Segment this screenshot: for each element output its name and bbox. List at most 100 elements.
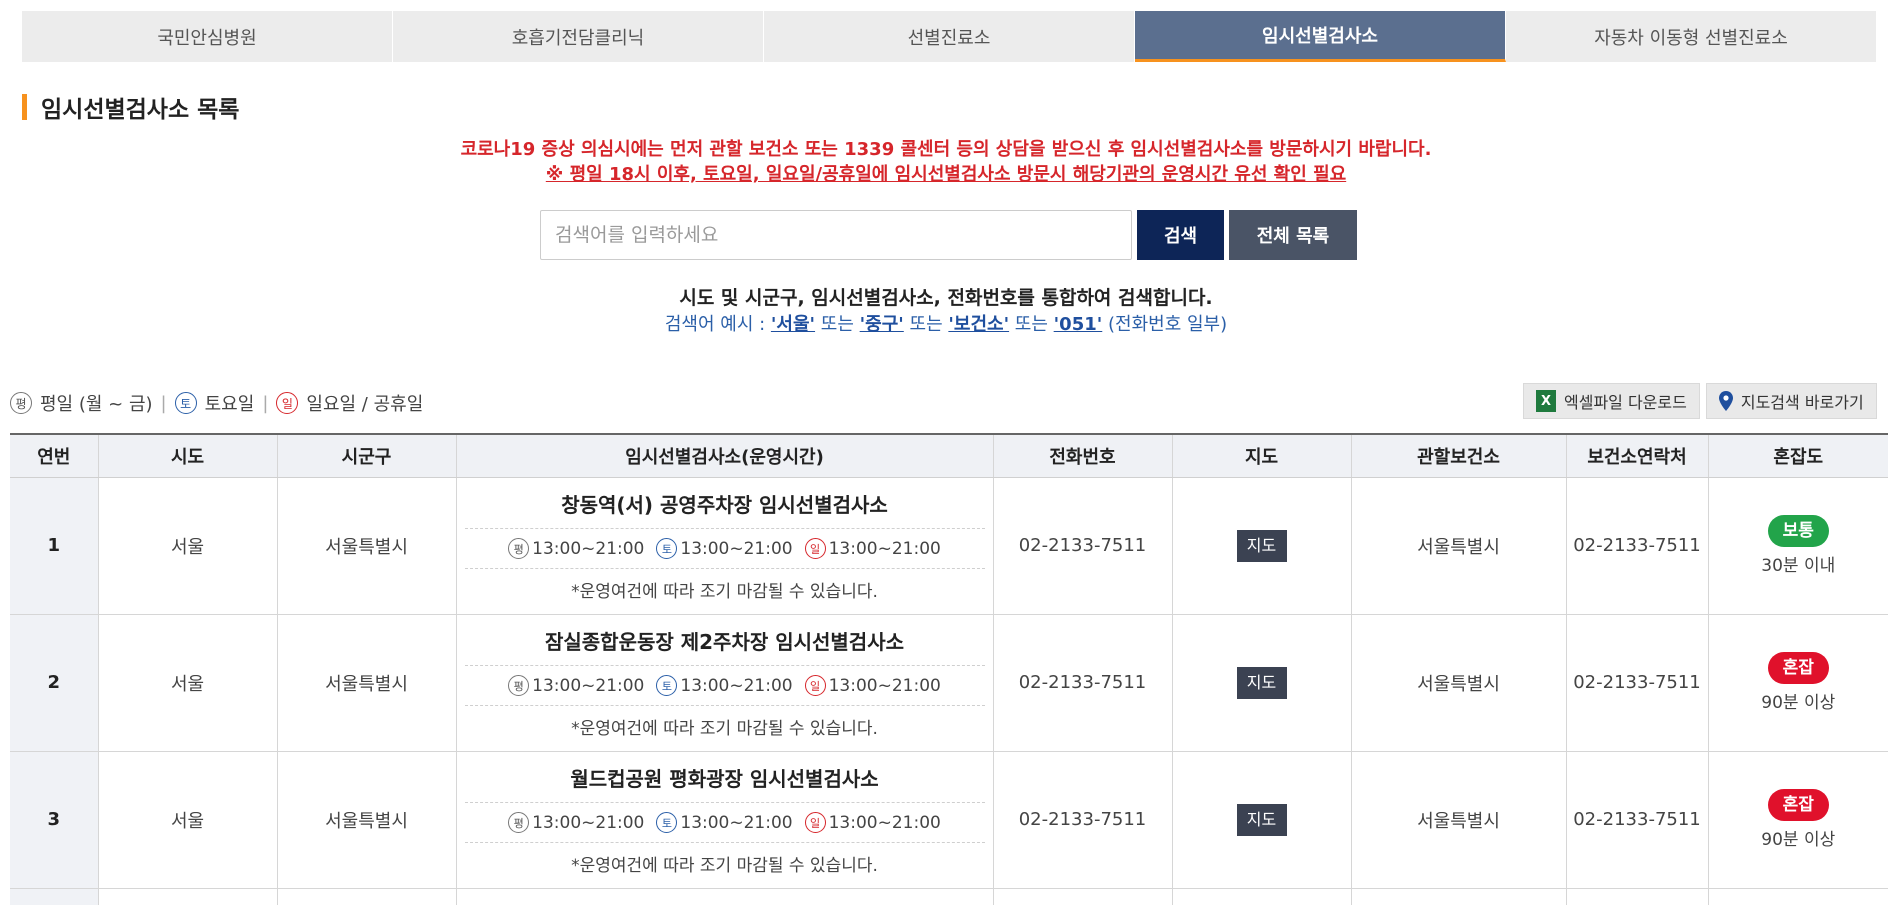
hours-sunday: 일 13:00~21:00 xyxy=(804,675,941,696)
site-note: *운영여건에 따라 조기 마감될 수 있습니다. xyxy=(571,856,878,876)
table-row: 1 서울 서울특별시 창동역(서) 공영주차장 임시선별검사소 평 13:00~2… xyxy=(10,477,1888,615)
map-button[interactable]: 지도 xyxy=(1236,666,1287,699)
site-name: 월드컵공원 평화광장 임시선별검사소 xyxy=(464,763,985,803)
map-button[interactable]: 지도 xyxy=(1236,803,1287,836)
row-health-center: 서울특별시 xyxy=(1350,614,1566,752)
table-header-row: 연번 시도 시군구 임시선별검사소(운영시간) 전화번호 지도 관할보건소 보건… xyxy=(10,433,1888,478)
table-row: 2 서울 서울특별시 잠실종합운동장 제2주차장 임시선별검사소 평 13:00~… xyxy=(10,614,1888,752)
row-map: 지도 xyxy=(1171,477,1351,615)
sunday-icon: 일 xyxy=(804,812,826,833)
sunday-hours: 13:00~21:00 xyxy=(828,812,941,833)
weekday-icon: 평 xyxy=(10,392,32,414)
example-link-051[interactable]: '051' xyxy=(1054,314,1103,335)
col-header-phone: 전화번호 xyxy=(992,433,1172,478)
row-site: 잠실종합운동장 제2주차장 임시선별검사소 평 13:00~21:00 토 13:0… xyxy=(455,614,993,752)
row-congestion: 보통 30분 이내 xyxy=(1707,477,1888,615)
search-example-text: 검색어 예시 : '서울' 또는 '중구' 또는 '보건소' 또는 '051' … xyxy=(0,310,1892,336)
weekday-hours: 13:00~21:00 xyxy=(532,538,645,559)
partial-cell xyxy=(1351,889,1566,905)
excel-download-label: 엑셀파일 다운로드 xyxy=(1564,393,1687,412)
row-no: 3 xyxy=(10,751,98,889)
congestion-badge: 혼잡 xyxy=(1767,652,1829,684)
partial-cell xyxy=(456,889,993,905)
section-title: 임시선별검사소 목록 xyxy=(22,92,240,123)
tab-screening-clinic[interactable]: 선별진료소 xyxy=(764,11,1135,62)
row-congestion: 혼잡 90분 이상 xyxy=(1707,751,1888,889)
saturday-icon: 토 xyxy=(656,675,678,696)
map-search-button[interactable]: 지도검색 바로가기 xyxy=(1705,383,1877,419)
table-row-partial xyxy=(10,889,1888,905)
hours-sunday: 일 13:00~21:00 xyxy=(804,538,941,559)
example-link-health-center[interactable]: '보건소' xyxy=(948,314,1009,335)
example-link-seoul[interactable]: '서울' xyxy=(771,314,815,335)
row-health-center: 서울특별시 xyxy=(1350,751,1566,889)
col-header-no: 연번 xyxy=(10,433,98,478)
row-no: 1 xyxy=(10,477,98,615)
partial-cell xyxy=(98,889,277,905)
map-button[interactable]: 지도 xyxy=(1236,529,1287,562)
row-map: 지도 xyxy=(1171,751,1351,889)
all-list-button[interactable]: 전체 목록 xyxy=(1229,210,1357,260)
tab-drive-thru-screening[interactable]: 자동차 이동형 선별진료소 xyxy=(1506,11,1876,62)
saturday-hours: 13:00~21:00 xyxy=(680,675,793,696)
wait-time: 90분 이상 xyxy=(1761,830,1836,850)
hours-weekday: 평 13:00~21:00 xyxy=(508,812,644,833)
row-no: 2 xyxy=(10,614,98,752)
search-button[interactable]: 검색 xyxy=(1137,210,1224,260)
legend-saturday: 토 토요일 xyxy=(174,390,255,416)
operating-hours: 평 13:00~21:00 토 13:00~21:00 일 13:00~21:00 xyxy=(464,803,985,843)
partial-cell xyxy=(1708,889,1888,905)
sunday-icon: 일 xyxy=(804,538,826,559)
tab-respiratory-clinic[interactable]: 호흡기전담클리닉 xyxy=(393,11,764,62)
legend-saturday-label: 토요일 xyxy=(204,394,255,415)
saturday-icon: 토 xyxy=(656,538,678,559)
legend-weekday: 평 평일 (월 ~ 금) xyxy=(10,390,153,416)
partial-cell xyxy=(1566,889,1708,905)
row-sido: 서울 xyxy=(97,477,277,615)
notice-line-2: ※ 평일 18시 이후, 토요일, 일요일/공휴일에 임시선별검사소 방문시 해… xyxy=(0,160,1892,186)
row-sido: 서울 xyxy=(97,751,277,889)
row-sigungu: 서울특별시 xyxy=(276,751,456,889)
table-row: 3 서울 서울특별시 월드컵공원 평화광장 임시선별검사소 평 13:00~21:… xyxy=(10,751,1888,889)
congestion-badge: 보통 xyxy=(1767,515,1829,547)
saturday-hours: 13:00~21:00 xyxy=(680,812,793,833)
page-title: 임시선별검사소 목록 xyxy=(41,97,240,123)
row-hc-phone: 02-2133-7511 xyxy=(1565,614,1708,752)
partial-cell xyxy=(277,889,456,905)
hours-sunday: 일 13:00~21:00 xyxy=(804,812,941,833)
sunday-hours: 13:00~21:00 xyxy=(828,675,941,696)
weekday-hours: 13:00~21:00 xyxy=(532,675,645,696)
hours-saturday: 토 13:00~21:00 xyxy=(656,812,793,833)
col-header-sigungu: 시군구 xyxy=(276,433,456,478)
row-health-center: 서울특별시 xyxy=(1350,477,1566,615)
congestion-badge: 혼잡 xyxy=(1767,789,1829,821)
example-suffix: (전화번호 일부) xyxy=(1102,314,1228,335)
notice-line-2-text: ※ 평일 18시 이후, 토요일, 일요일/공휴일에 임시선별검사소 방문시 해… xyxy=(545,164,1347,185)
map-search-label: 지도검색 바로가기 xyxy=(1740,393,1864,412)
weekday-icon: 평 xyxy=(508,812,530,833)
table-body: 1 서울 서울특별시 창동역(서) 공영주차장 임시선별검사소 평 13:00~2… xyxy=(10,477,1888,889)
example-or: 또는 xyxy=(1009,314,1054,335)
tab-national-safe-hospital[interactable]: 국민안심병원 xyxy=(22,11,393,62)
hours-saturday: 토 13:00~21:00 xyxy=(656,538,793,559)
row-map: 지도 xyxy=(1171,614,1351,752)
row-phone: 02-2133-7511 xyxy=(992,751,1172,889)
tab-temporary-screening[interactable]: 임시선별검사소 xyxy=(1135,11,1506,62)
search-bar: 검색 전체 목록 xyxy=(540,210,1357,260)
toolbar: X 엑셀파일 다운로드 지도검색 바로가기 xyxy=(1523,383,1877,419)
screening-site-table: 연번 시도 시군구 임시선별검사소(운영시간) 전화번호 지도 관할보건소 보건… xyxy=(10,433,1888,889)
legend-separator: | xyxy=(262,392,269,414)
row-phone: 02-2133-7511 xyxy=(992,614,1172,752)
col-header-sido: 시도 xyxy=(97,433,277,478)
search-input[interactable] xyxy=(540,210,1132,260)
legend-sunday-label: 일요일 / 공휴일 xyxy=(306,394,424,415)
excel-download-button[interactable]: X 엑셀파일 다운로드 xyxy=(1523,383,1700,419)
sunday-icon: 일 xyxy=(276,392,299,414)
operating-hours: 평 13:00~21:00 토 13:00~21:00 일 13:00~21:00 xyxy=(464,666,985,706)
example-link-junggu[interactable]: '중구' xyxy=(860,314,904,335)
weekday-icon: 평 xyxy=(508,538,530,559)
row-sigungu: 서울특별시 xyxy=(276,614,456,752)
row-site: 창동역(서) 공영주차장 임시선별검사소 평 13:00~21:00 토 13:00… xyxy=(455,477,993,615)
saturday-icon: 토 xyxy=(174,392,197,414)
hours-weekday: 평 13:00~21:00 xyxy=(508,538,644,559)
